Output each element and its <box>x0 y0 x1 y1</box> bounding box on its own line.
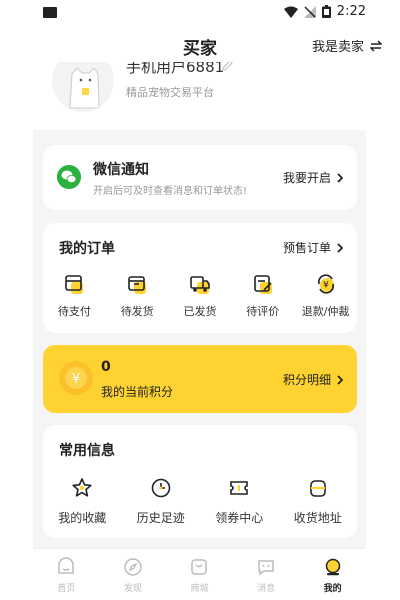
profile-section: 手机用户6881 精品宠物交易平台 <box>0 62 400 130</box>
status-time: 2:22 <box>336 4 366 19</box>
tab-label: 消息 <box>257 584 276 594</box>
favorites-item[interactable]: 我的收藏 <box>43 477 122 526</box>
tab-label: 发现 <box>123 584 142 594</box>
pending-review-icon <box>253 275 272 294</box>
order-shipped[interactable]: 已发货 <box>169 273 232 319</box>
signal-icon <box>303 5 316 18</box>
order-pending-shipment[interactable]: 待发货 <box>106 273 169 319</box>
home-icon <box>58 557 75 574</box>
tab-label: 首页 <box>57 584 76 594</box>
profile-subtitle: 精品宠物交易平台 <box>126 86 214 99</box>
tab-label: 商城 <box>190 584 209 594</box>
common-item-label: 领券中心 <box>215 511 264 525</box>
bottom-tab-bar: 首页 发现 商城 消息 我的 <box>33 548 366 600</box>
wechat-description: 开启后可及时查看消息和订单状态! <box>93 186 248 197</box>
tab-home[interactable]: 首页 <box>33 549 100 600</box>
my-orders-card: 我的订单 预售订单 待支付 待发货 已发货 待评价 ¥ 退款/仲裁 <box>43 223 357 333</box>
switch-to-seller-button[interactable]: 我是卖家 <box>312 36 382 55</box>
common-item-label: 我的收藏 <box>58 511 107 525</box>
svg-text:¥: ¥ <box>323 281 329 291</box>
chevron-right-icon <box>337 172 343 183</box>
svg-text:¥: ¥ <box>72 372 80 387</box>
order-item-label: 待评价 <box>246 305 280 318</box>
points-value: 0 <box>101 359 111 375</box>
pending-payment-icon <box>65 275 84 294</box>
pending-shipment-icon <box>128 276 147 294</box>
common-title: 常用信息 <box>59 443 115 459</box>
points-detail-button[interactable]: 积分明细 <box>283 371 343 388</box>
tab-discover[interactable]: 发现 <box>100 549 167 600</box>
shop-icon <box>191 559 208 575</box>
chevron-right-icon <box>337 374 343 385</box>
order-refund[interactable]: ¥ 退款/仲裁 <box>294 273 357 319</box>
history-item[interactable]: 历史足迹 <box>122 477 201 526</box>
clock-icon <box>151 478 171 498</box>
common-info-card: 常用信息 我的收藏 历史足迹 领券中心 收货地址 <box>43 425 357 538</box>
order-pending-payment[interactable]: 待支付 <box>43 273 106 319</box>
order-item-label: 待发货 <box>120 305 154 318</box>
message-icon <box>258 560 274 576</box>
gallery-icon <box>43 7 57 18</box>
points-detail-label: 积分明细 <box>282 373 331 387</box>
avatar[interactable] <box>52 62 114 112</box>
cat-avatar-icon <box>69 67 100 109</box>
points-card: ¥ 0 我的当前积分 积分明细 <box>43 345 357 413</box>
enable-wechat-button[interactable]: 我要开启 <box>283 169 343 186</box>
shipped-icon <box>190 276 210 294</box>
points-label: 我的当前积分 <box>101 385 174 399</box>
username: 手机用户6881 <box>126 62 225 76</box>
status-bar: 2:22 <box>0 0 400 26</box>
edit-icon[interactable] <box>222 62 233 71</box>
address-item[interactable]: 收货地址 <box>279 477 358 526</box>
common-item-label: 收货地址 <box>293 511 342 525</box>
orders-title: 我的订单 <box>59 241 115 257</box>
tab-messages[interactable]: 消息 <box>233 549 300 600</box>
order-item-label: 待支付 <box>57 305 91 318</box>
chevron-right-icon <box>337 242 343 253</box>
title-bar: 买家 我是卖家 <box>0 26 400 62</box>
address-icon <box>309 480 326 497</box>
coupon-icon <box>230 481 249 495</box>
refund-icon: ¥ <box>317 274 334 294</box>
presale-orders-button[interactable]: 预售订单 <box>283 239 343 256</box>
discover-icon <box>124 558 142 576</box>
switch-label: 我是卖家 <box>311 40 364 55</box>
battery-icon <box>321 5 331 18</box>
star-icon <box>72 478 92 497</box>
enable-wechat-label: 我要开启 <box>282 171 331 185</box>
tab-profile[interactable]: 我的 <box>299 549 366 600</box>
tab-shop[interactable]: 商城 <box>166 549 233 600</box>
wechat-title: 微信通知 <box>93 162 149 178</box>
wechat-notify-card: 微信通知 开启后可及时查看消息和订单状态! 我要开启 <box>43 145 357 210</box>
presale-orders-label: 预售订单 <box>282 241 331 255</box>
coupon-center-item[interactable]: 领券中心 <box>200 477 279 526</box>
coin-icon: ¥ <box>59 361 93 395</box>
order-item-label: 退款/仲裁 <box>301 305 350 318</box>
order-pending-review[interactable]: 待评价 <box>231 273 294 319</box>
switch-icon <box>370 39 382 52</box>
order-item-label: 已发货 <box>183 305 217 318</box>
common-item-label: 历史足迹 <box>136 511 185 525</box>
wifi-icon <box>283 6 298 18</box>
wechat-icon <box>57 165 81 189</box>
profile-icon <box>325 558 340 576</box>
tab-label: 我的 <box>323 584 342 594</box>
